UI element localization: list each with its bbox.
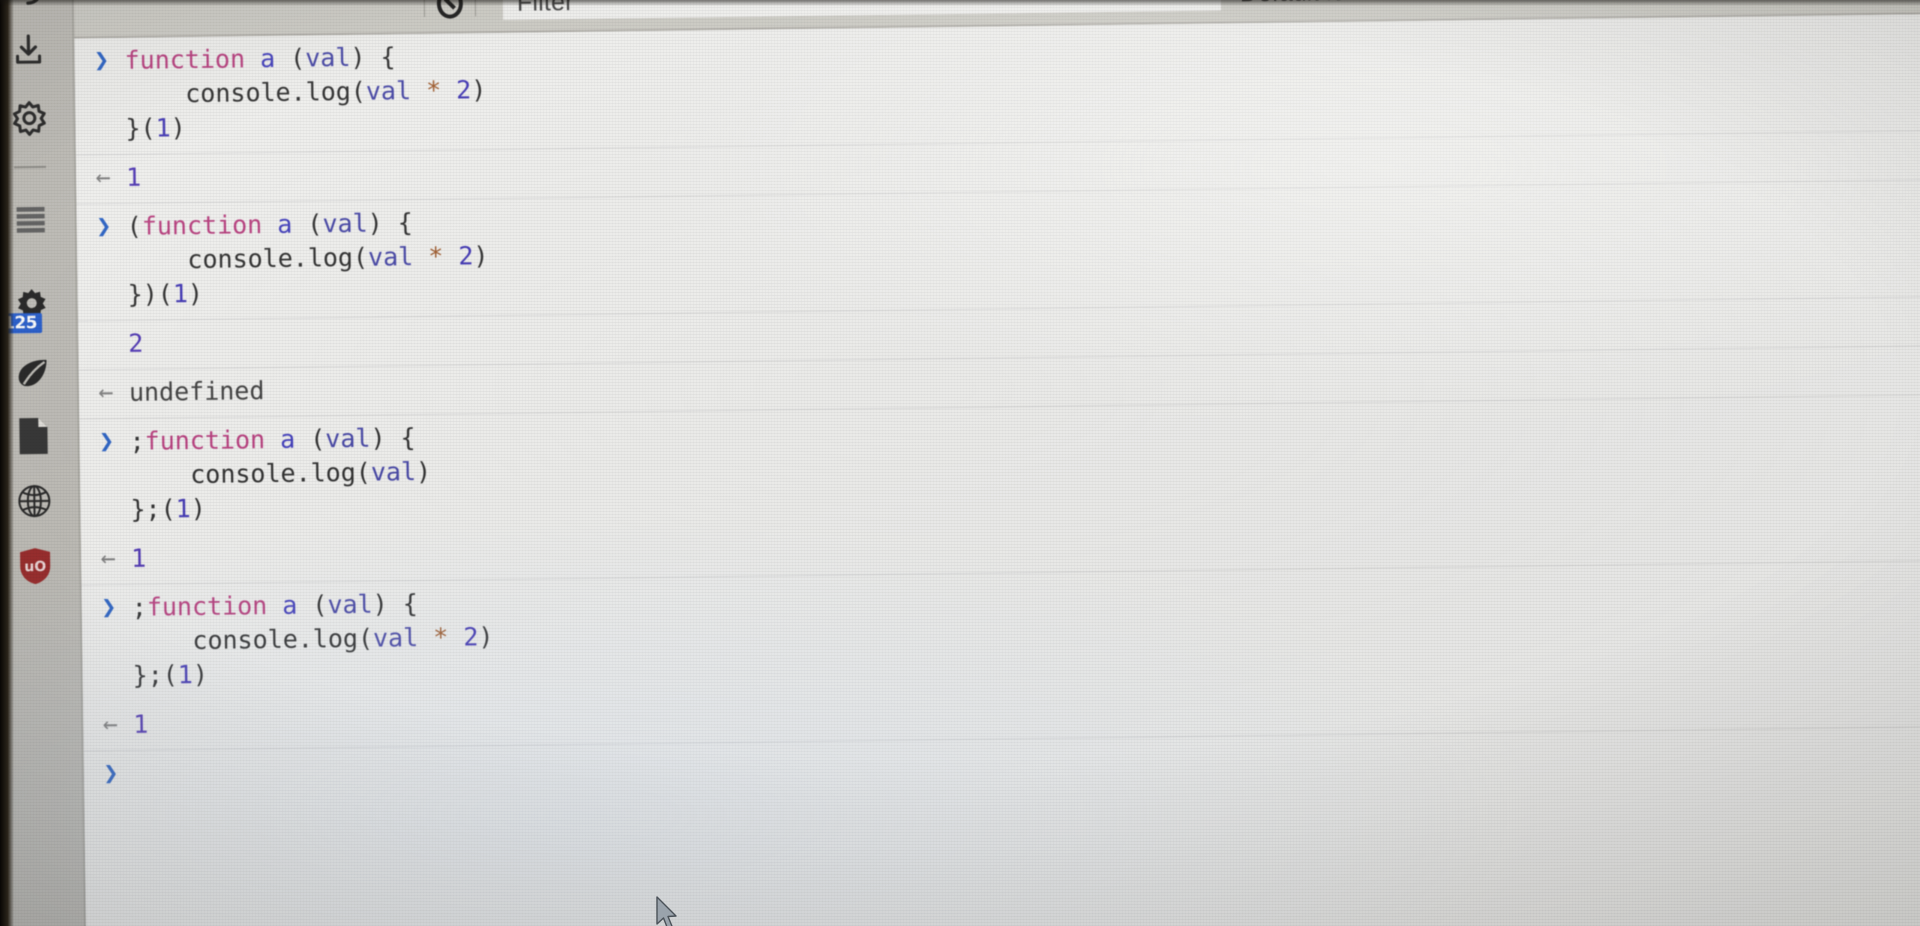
sidebar-item-document[interactable]: [0, 408, 80, 463]
clear-console-icon[interactable]: [436, 0, 464, 19]
gear-icon: [12, 101, 46, 136]
filter-input[interactable]: Filter: [501, 0, 1223, 21]
output-arrow-icon: ←: [100, 543, 116, 573]
console-input-code: ;function a (val) { console.log(val * 2)…: [131, 589, 494, 690]
output-arrow-icon: ←: [95, 162, 111, 192]
sidebar-divider: [13, 165, 47, 169]
sidebar-item-download[interactable]: [0, 24, 75, 79]
output-arrow-icon: ←: [102, 709, 119, 739]
toolbar-separator-1: [423, 0, 426, 17]
shield-icon: uO: [20, 548, 51, 585]
sidebar-item-leaf[interactable]: [0, 346, 79, 401]
log-level-dropdown[interactable]: Default levels ▼: [1240, 0, 1417, 8]
noscript-count-badge: 125: [0, 312, 43, 334]
devtools-window: Filter Default levels ▼: [0, 0, 1920, 926]
toolbar-separator-2: [474, 0, 477, 17]
sidebar-item-globe[interactable]: [0, 473, 81, 528]
console-input-code: (function a (val) { console.log(val * 2)…: [126, 208, 489, 309]
sidebar-item-settings[interactable]: [0, 91, 76, 146]
globe-icon: [18, 485, 51, 518]
console-log-area[interactable]: ❯ function a (val) { console.log(val * 2…: [74, 14, 1920, 926]
page-icon: [19, 418, 48, 455]
extension-sidebar: 125 uO: [0, 0, 87, 926]
svg-text:uO: uO: [24, 559, 46, 575]
refresh-icon: [13, 0, 43, 5]
leaf-icon: [18, 359, 47, 387]
sidebar-item-ublock-origin[interactable]: uO: [0, 538, 82, 593]
input-arrow-icon: ❯: [98, 426, 115, 456]
console-input-code: ;function a (val) { console.log(val) };(…: [129, 423, 432, 524]
sidebar-item-refresh[interactable]: [0, 0, 74, 18]
input-arrow-icon: ❯: [103, 758, 119, 788]
photo-of-screen: Filter Default levels ▼: [0, 0, 1920, 926]
input-arrow-icon: ❯: [96, 211, 112, 241]
sidebar-item-noscript[interactable]: 125: [0, 281, 78, 336]
filter-placeholder: Filter: [516, 0, 574, 17]
output-arrow-icon: ←: [98, 377, 114, 407]
sidebar-item-reader-list[interactable]: [0, 193, 77, 248]
log-level-label: Default levels: [1240, 0, 1390, 8]
console-input-code: function a (val) { console.log(val * 2) …: [124, 42, 487, 143]
download-icon: [16, 34, 42, 64]
list-icon: [16, 206, 45, 233]
input-arrow-icon: ❯: [101, 592, 117, 622]
input-arrow-icon: ❯: [93, 45, 110, 75]
